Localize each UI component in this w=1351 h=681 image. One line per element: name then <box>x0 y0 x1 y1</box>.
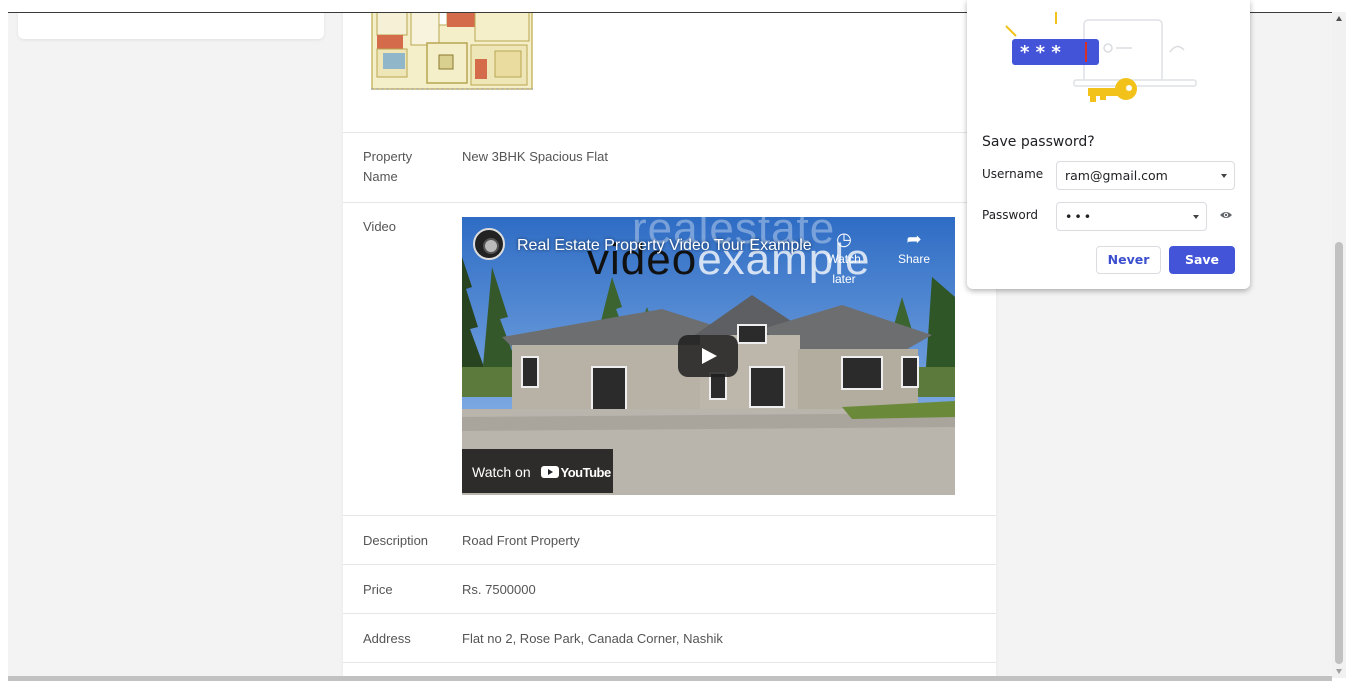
scroll-up-arrow-icon[interactable] <box>1336 16 1342 21</box>
eye-icon[interactable] <box>1220 210 1232 220</box>
play-button[interactable] <box>678 335 738 377</box>
save-password-dialog: * * * Save password? Username ram@gmail.… <box>967 0 1250 289</box>
video-cell: realestate videoexample Real Estate Prop… <box>462 217 996 515</box>
watch-on-label: Watch on <box>472 464 531 480</box>
save-button[interactable]: Save <box>1169 246 1235 274</box>
floorplan-section <box>343 13 996 133</box>
share-arrow-icon: ➦ <box>906 229 922 249</box>
password-label: Password <box>982 208 1039 222</box>
share-label: Share <box>897 252 931 266</box>
row-property-name: Property Name New 3BHK Spacious Flat <box>343 133 996 203</box>
youtube-logo-text: YouTube <box>560 465 612 481</box>
password-select[interactable]: ••• <box>1056 202 1207 231</box>
clock-icon: ◷ <box>836 229 852 249</box>
password-illustration: * * * <box>1005 12 1197 102</box>
scroll-down-arrow-icon[interactable] <box>1336 669 1342 674</box>
row-video: Video realestate videoexample Real Estat… <box>343 203 996 516</box>
watch-on-youtube-button[interactable]: Watch on YouTube <box>462 449 613 493</box>
scrollbar-thumb[interactable] <box>1335 242 1343 664</box>
left-sidebar-card <box>18 13 324 39</box>
watch-later-button[interactable]: ◷ Watch later <box>814 229 874 289</box>
youtube-logo: YouTube <box>540 463 612 483</box>
username-label: Username <box>982 167 1044 181</box>
chevron-down-icon <box>1193 215 1199 219</box>
watch-later-label: Watch later <box>827 252 861 286</box>
row-label: Description <box>363 533 429 548</box>
floorplan-image <box>371 13 533 90</box>
row-address: Address Flat no 2, Rose Park, Canada Cor… <box>343 614 996 663</box>
masked-password-text: * * * <box>1020 42 1061 63</box>
never-button[interactable]: Never <box>1096 246 1161 274</box>
row-price: Price Rs. 7500000 <box>343 565 996 614</box>
property-name-value: New 3BHK Spacious Flat <box>462 149 608 164</box>
dialog-title: Save password? <box>982 134 1095 150</box>
row-description: Description Road Front Property <box>343 516 996 565</box>
username-select[interactable]: ram@gmail.com <box>1056 161 1235 190</box>
row-label: Address <box>363 631 411 646</box>
description-value: Road Front Property <box>462 533 580 548</box>
address-value: Flat no 2, Rose Park, Canada Corner, Nas… <box>462 631 723 646</box>
row-label: Video <box>363 219 397 234</box>
property-detail-card: Property Name New 3BHK Spacious Flat Vid… <box>343 13 996 678</box>
youtube-embed[interactable]: realestate videoexample Real Estate Prop… <box>462 217 955 495</box>
chevron-down-icon <box>1221 174 1227 178</box>
row-label: Property Name <box>363 149 413 184</box>
share-button[interactable]: ➦ Share <box>884 229 944 269</box>
username-value: ram@gmail.com <box>1065 168 1168 183</box>
row-label: Price <box>363 582 393 597</box>
price-value: Rs. 7500000 <box>462 582 536 597</box>
channel-avatar[interactable] <box>473 228 505 260</box>
vertical-scrollbar[interactable] <box>1332 12 1346 678</box>
password-value: ••• <box>1065 209 1094 224</box>
video-title[interactable]: Real Estate Property Video Tour Example <box>517 236 812 256</box>
horizontal-scrollbar[interactable] <box>8 676 1332 681</box>
